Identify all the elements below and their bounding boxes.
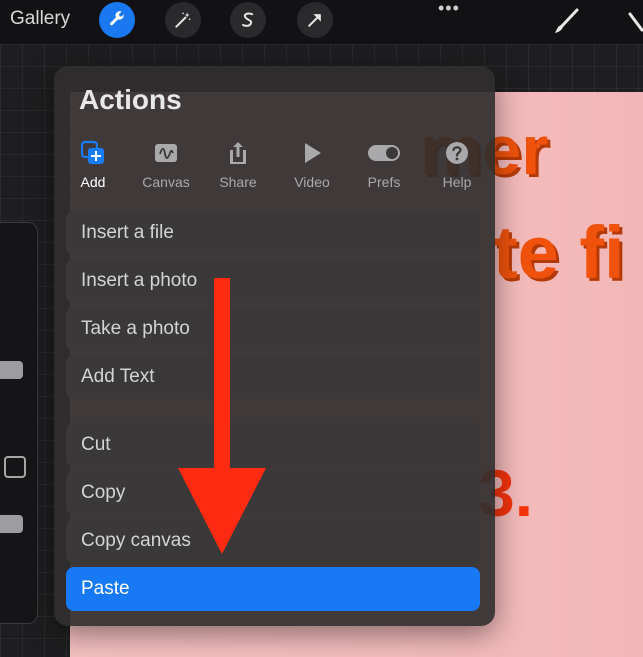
tab-prefs[interactable]: Prefs bbox=[351, 138, 417, 190]
menu-item-copy-canvas[interactable]: Copy canvas bbox=[66, 519, 480, 563]
smudge-icon[interactable] bbox=[628, 8, 643, 36]
wrench-icon bbox=[109, 11, 125, 26]
selection-s-icon bbox=[242, 12, 254, 27]
prefs-toggle-icon bbox=[368, 145, 400, 161]
menu-item-cut[interactable]: Cut bbox=[66, 423, 480, 467]
tab-video[interactable]: Video bbox=[279, 138, 345, 190]
help-icon bbox=[446, 142, 468, 164]
tab-label: Help bbox=[442, 174, 472, 190]
popover-title: Actions bbox=[79, 84, 182, 115]
transform-button[interactable] bbox=[297, 2, 333, 38]
annotation-arrow-icon bbox=[178, 278, 266, 554]
add-icon bbox=[80, 140, 104, 164]
video-play-icon bbox=[305, 143, 321, 163]
canvas-text-fragment: te fi bbox=[493, 211, 625, 294]
transform-arrow-icon bbox=[308, 14, 321, 27]
tab-label: Canvas bbox=[142, 174, 190, 190]
menu-item-insert-photo[interactable]: Insert a photo bbox=[66, 259, 480, 303]
opacity-slider[interactable] bbox=[0, 515, 23, 533]
actions-tab-bar: Add Canvas Share Video Prefs Help bbox=[54, 138, 495, 194]
actions-popover: Actions Add Canvas Share Video Prefs Hel… bbox=[54, 66, 495, 626]
tab-label: Add bbox=[80, 174, 106, 190]
side-slider-panel bbox=[0, 222, 38, 624]
menu-item-take-photo[interactable]: Take a photo bbox=[66, 307, 480, 351]
more-options-button[interactable]: ••• bbox=[438, 0, 460, 19]
menu-item-paste[interactable]: Paste bbox=[66, 567, 480, 611]
selection-button[interactable] bbox=[230, 2, 266, 38]
menu-item-insert-file[interactable]: Insert a file bbox=[66, 211, 480, 255]
tab-label: Prefs bbox=[367, 174, 401, 190]
brush-size-slider[interactable] bbox=[0, 361, 23, 379]
gallery-button[interactable]: Gallery bbox=[10, 8, 70, 30]
actions-wrench-button[interactable] bbox=[99, 2, 135, 38]
brush-icon[interactable] bbox=[550, 6, 582, 38]
tab-label: Video bbox=[294, 174, 330, 190]
magic-wand-icon bbox=[175, 12, 191, 28]
tab-label: Share bbox=[219, 174, 257, 190]
tab-help[interactable]: Help bbox=[424, 138, 490, 190]
tab-share[interactable]: Share bbox=[205, 138, 271, 190]
tab-add[interactable]: Add bbox=[60, 138, 126, 190]
menu-item-add-text[interactable]: Add Text bbox=[66, 355, 480, 399]
canvas-icon bbox=[155, 144, 177, 162]
adjustments-button[interactable] bbox=[165, 2, 201, 38]
menu-item-copy[interactable]: Copy bbox=[66, 471, 480, 515]
modify-button[interactable] bbox=[4, 456, 26, 478]
tab-canvas[interactable]: Canvas bbox=[133, 138, 199, 190]
share-icon bbox=[230, 142, 246, 164]
top-toolbar: Gallery ••• bbox=[0, 0, 643, 44]
